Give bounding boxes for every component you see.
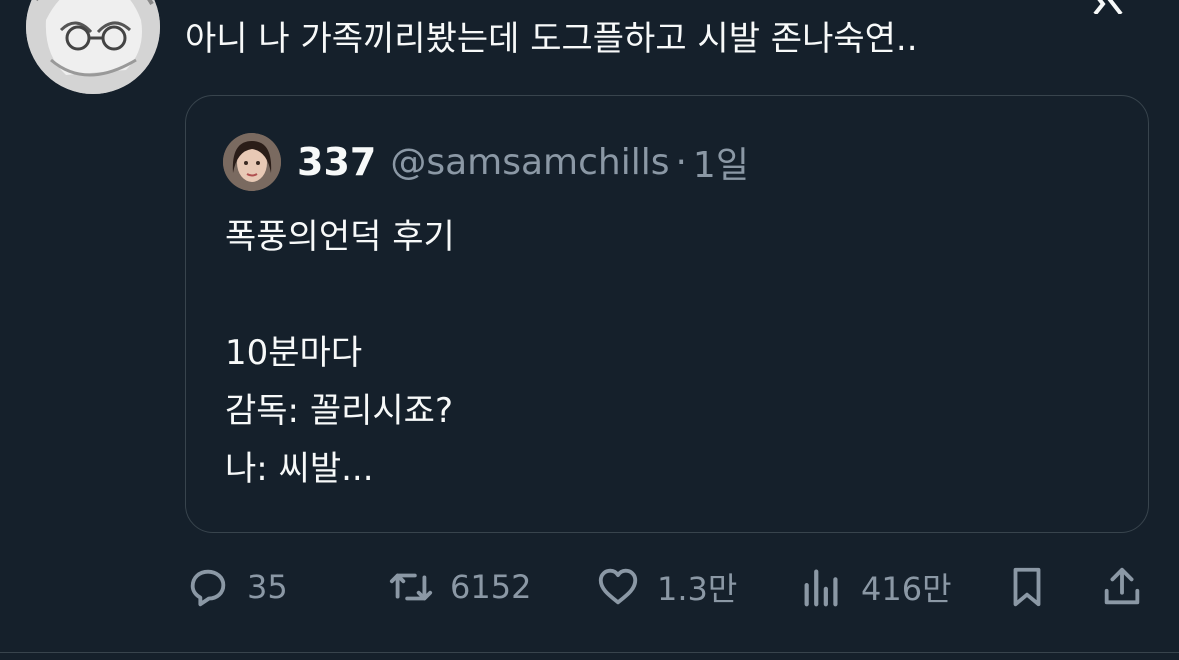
like-icon <box>598 568 638 605</box>
quoted-author-avatar[interactable] <box>223 133 281 191</box>
quoted-tweet-line: 나: 씨발... <box>225 449 374 489</box>
tweet-text: 아니 나 가족끼리봤는데 도그플하고 시발 존나숙연.. <box>185 19 918 59</box>
separator-dot: · <box>675 141 687 183</box>
author-avatar-image <box>26 0 160 94</box>
quoted-tweet-line: 폭풍의언덕 후기 <box>225 217 455 257</box>
x-logo-icon <box>1085 0 1125 16</box>
quoted-tweet-body: 폭풍의언덕 후기 10분마다 감독: 꼴리시죠? 나: 씨발... <box>225 208 455 498</box>
retweet-count: 6152 <box>450 568 532 606</box>
bookmark-icon <box>1013 567 1041 607</box>
retweet-icon <box>389 573 433 601</box>
quoted-tweet-time[interactable]: 1일 <box>693 136 749 188</box>
tweet-action-bar: 35 6152 1.3만 416만 <box>185 560 1149 614</box>
author-avatar[interactable] <box>26 0 160 94</box>
quoted-tweet-line: 감독: 꼴리시죠? <box>225 391 453 431</box>
reply-icon <box>190 569 226 607</box>
like-button[interactable]: 1.3만 <box>595 560 737 614</box>
share-button[interactable] <box>1099 560 1145 614</box>
quoted-author-name[interactable]: 337 <box>297 140 376 184</box>
reply-count: 35 <box>247 568 288 606</box>
quoted-tweet-header: 337 @samsamchills · 1일 <box>223 133 749 191</box>
bottom-divider <box>0 652 1179 653</box>
quoted-author-avatar-image <box>223 133 281 191</box>
retweet-button[interactable]: 6152 <box>388 560 531 614</box>
reply-button[interactable]: 35 <box>185 560 288 614</box>
quoted-tweet-line <box>225 266 455 324</box>
quoted-tweet-card[interactable]: 337 @samsamchills · 1일 폭풍의언덕 후기 10분마다 감독… <box>185 95 1149 533</box>
bookmark-button[interactable] <box>1004 560 1050 614</box>
views-icon <box>804 569 838 607</box>
like-count: 1.3만 <box>657 570 738 608</box>
views-button[interactable]: 416만 <box>799 560 952 614</box>
quoted-author-handle[interactable]: @samsamchills <box>390 142 669 183</box>
quoted-tweet-line: 10분마다 <box>225 333 363 373</box>
view-count: 416만 <box>861 570 952 608</box>
share-icon <box>1104 567 1140 605</box>
